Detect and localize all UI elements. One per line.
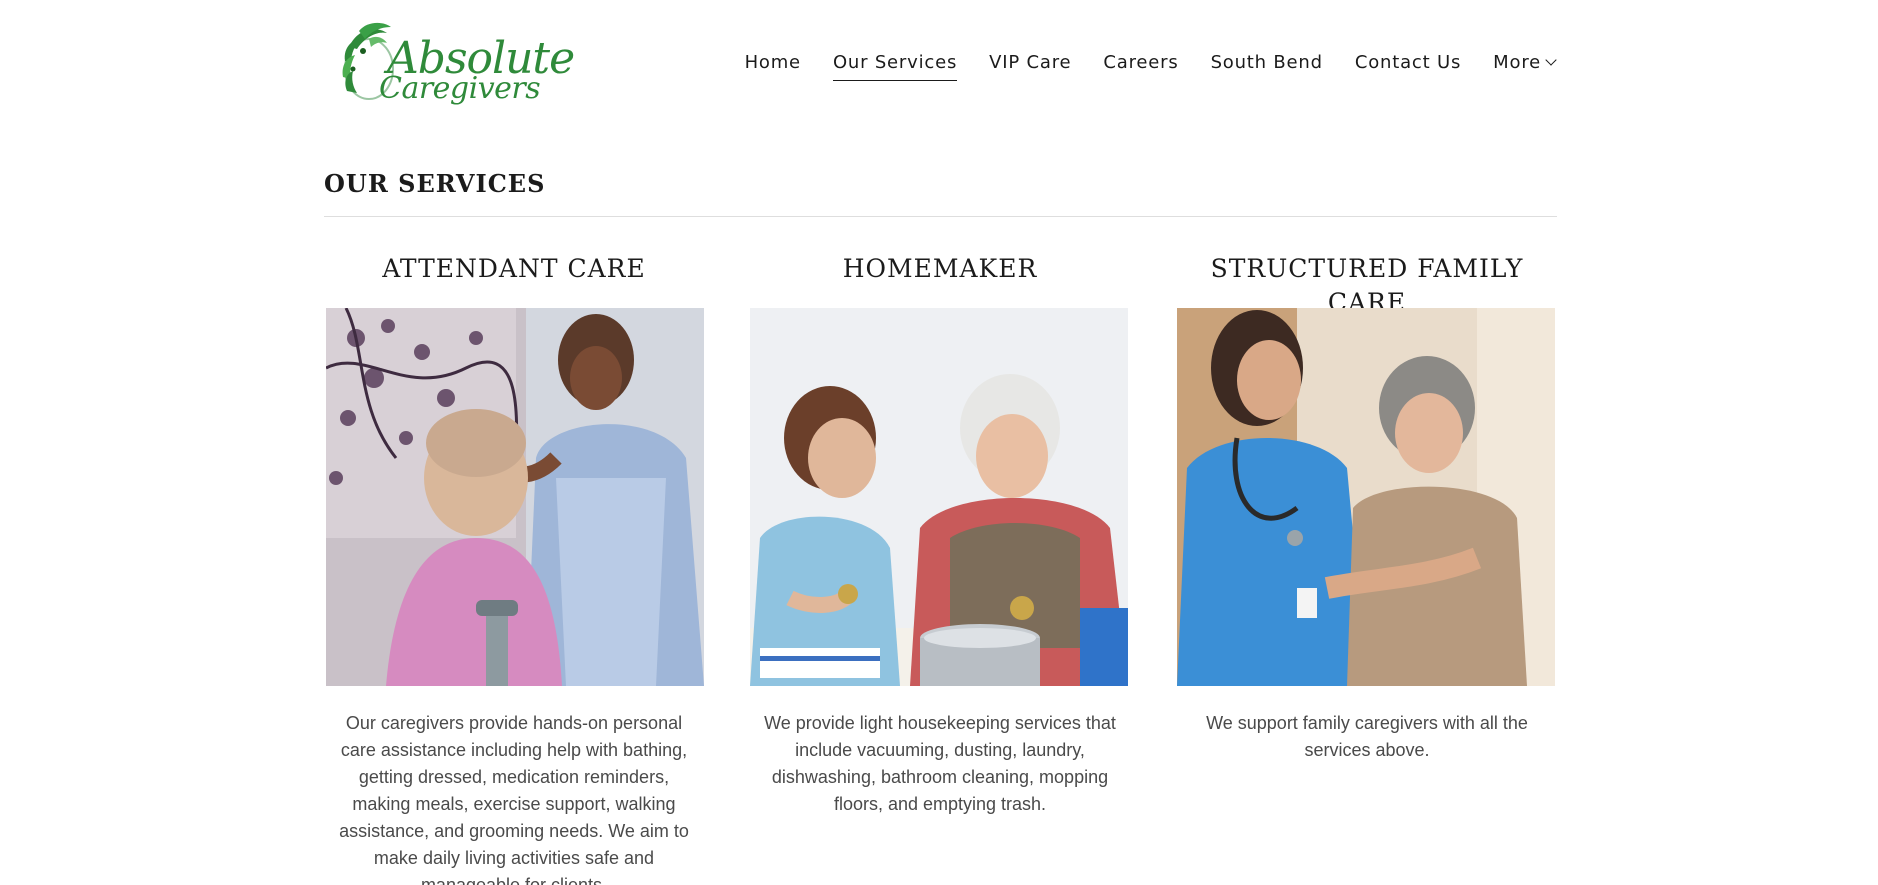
service-description: We support family caregivers with all th… <box>1206 713 1528 760</box>
nav-more[interactable]: More <box>1493 52 1557 77</box>
service-photo-attendant-care <box>326 308 704 686</box>
nav-south-bend[interactable]: South Bend <box>1211 52 1323 77</box>
page-title: OUR SERVICES <box>324 169 546 198</box>
service-card-homemaker: HOMEMAKER We provide light housekeeping … <box>750 252 1130 818</box>
service-description: Our caregivers provide hands-on personal… <box>339 713 689 885</box>
main-nav: Home Our Services VIP Care Careers South… <box>745 52 1557 81</box>
nav-home[interactable]: Home <box>745 52 801 77</box>
service-card-structured-family-care: STRUCTURED FAMILY CARE We support family… <box>1177 252 1557 764</box>
nav-more-label: More <box>1493 52 1541 73</box>
service-card-attendant-care: ATTENDANT CARE Our caregivers provide ha… <box>324 252 704 885</box>
service-description: We provide light housekeeping services t… <box>764 713 1116 814</box>
service-title: ATTENDANT CARE <box>382 254 646 283</box>
nav-our-services[interactable]: Our Services <box>832 52 958 81</box>
site-header: Absolute Caregivers Home Our Services VI… <box>0 0 1878 130</box>
nav-contact-us[interactable]: Contact Us <box>1355 52 1461 77</box>
service-photo-structured-family-care <box>1177 308 1555 686</box>
caregiver-hair-brushing-image <box>326 308 704 686</box>
site-logo[interactable]: Absolute Caregivers <box>339 17 575 111</box>
title-divider <box>324 216 1557 217</box>
nurse-hugging-elderly-woman-image <box>1177 308 1555 686</box>
homemaker-kitchen-image <box>750 308 1128 686</box>
nav-vip-care[interactable]: VIP Care <box>989 52 1071 77</box>
chevron-down-icon <box>1545 54 1557 66</box>
nav-careers[interactable]: Careers <box>1103 52 1178 77</box>
service-title: STRUCTURED FAMILY CARE <box>1210 254 1524 317</box>
logo-text-line2: Caregivers <box>379 71 541 106</box>
service-title: HOMEMAKER <box>842 254 1038 283</box>
service-photo-homemaker <box>750 308 1128 686</box>
